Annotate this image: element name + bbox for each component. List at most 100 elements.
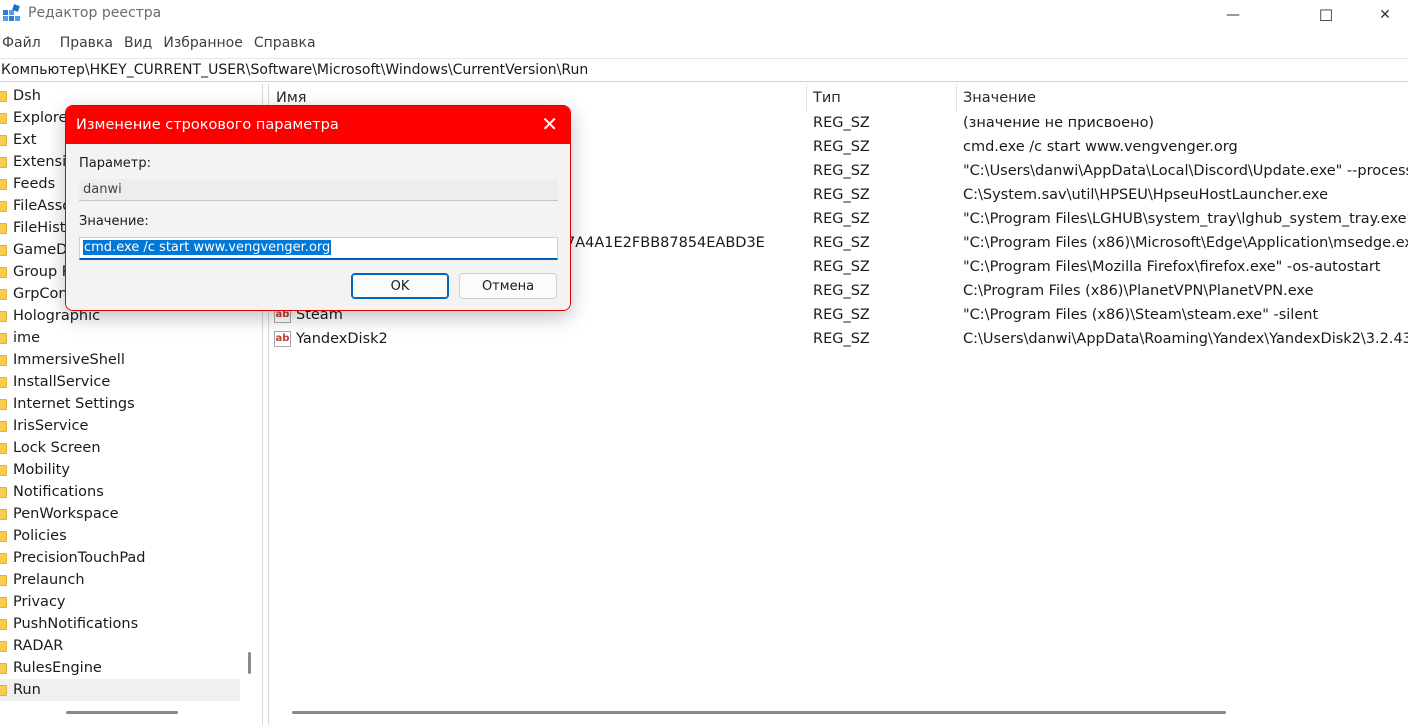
row-type: REG_SZ [813, 139, 870, 155]
ok-button[interactable]: OK [351, 273, 449, 299]
folder-icon [0, 90, 7, 102]
folder-icon [0, 376, 7, 388]
param-name-field: danwi [79, 179, 558, 201]
folder-icon [0, 640, 7, 652]
tree-item-selected[interactable]: Run [0, 679, 240, 701]
tree-item[interactable]: IrisService [0, 415, 240, 437]
row-value: "C:\Program Files (x86)\Microsoft\Edge\A… [963, 235, 1408, 251]
tree-item[interactable]: InstallService [0, 371, 240, 393]
address-bar[interactable]: Компьютер\HKEY_CURRENT_USER\Software\Mic… [0, 58, 1408, 82]
folder-icon [0, 530, 7, 542]
row-type: REG_SZ [813, 307, 870, 323]
value-data-text: cmd.exe /c start www.vengvenger.org [83, 240, 332, 255]
table-row[interactable]: ab YandexDisk2 REG_SZ C:\Users\danwi\App… [270, 328, 1408, 352]
folder-icon [0, 200, 7, 212]
folder-icon [0, 464, 7, 476]
folder-icon [0, 244, 7, 256]
menu-help[interactable]: Справка [252, 33, 325, 55]
folder-icon [0, 618, 7, 630]
row-value: "C:\Program Files (x86)\Steam\steam.exe"… [963, 307, 1319, 323]
row-type: REG_SZ [813, 259, 870, 275]
minimize-icon: — [1226, 7, 1240, 23]
maximize-icon: ☐ [1318, 5, 1334, 25]
close-button[interactable]: ✕ [1362, 0, 1408, 30]
dialog-title: Изменение строкового параметра [76, 117, 339, 133]
tree-item[interactable]: ime [0, 327, 240, 349]
row-value: "C:\Program Files\Mozilla Firefox\firefo… [963, 259, 1381, 275]
menu-view[interactable]: Вид [122, 33, 161, 55]
folder-icon [0, 288, 7, 300]
menu-favorites[interactable]: Избранное [161, 33, 252, 55]
dialog-body: Параметр: danwi Значение: cmd.exe /c sta… [66, 144, 570, 310]
registry-editor-icon [3, 4, 20, 21]
folder-icon [0, 684, 7, 696]
title-bar: Редактор реестра — ☐ ✕ [0, 0, 1408, 30]
row-value: "C:\Users\danwi\AppData\Local\Discord\Up… [963, 163, 1408, 179]
row-value: (значение не присвоено) [963, 115, 1155, 131]
tree-item[interactable]: PrecisionTouchPad [0, 547, 240, 569]
tree-item[interactable]: Internet Settings [0, 393, 240, 415]
tree-item[interactable]: ImmersiveShell [0, 349, 240, 371]
row-value: C:\System.sav\util\HPSEU\HpseuHostLaunch… [963, 187, 1328, 203]
row-value: "C:\Program Files\LGHUB\system_tray\lghu… [963, 211, 1408, 227]
tree-item[interactable]: Mobility [0, 459, 240, 481]
tree-item[interactable]: PushNotifications [0, 613, 240, 635]
tree-item[interactable]: PenWorkspace [0, 503, 240, 525]
close-icon[interactable]: ✕ [541, 114, 558, 134]
folder-icon [0, 552, 7, 564]
row-type: REG_SZ [813, 115, 870, 131]
tree-item[interactable]: Notifications [0, 481, 240, 503]
row-type: REG_SZ [813, 331, 870, 347]
menu-edit[interactable]: Правка [58, 33, 122, 55]
folder-icon [0, 420, 7, 432]
list-horizontal-scrollbar[interactable] [292, 711, 1226, 714]
tree-item[interactable]: Lock Screen [0, 437, 240, 459]
dialog-title-bar[interactable]: Изменение строкового параметра ✕ [66, 106, 570, 144]
menu-bar: Файл Правка Вид Избранное Справка [0, 33, 325, 55]
folder-icon [0, 596, 7, 608]
folder-icon [0, 156, 7, 168]
tree-item[interactable]: Prelaunch [0, 569, 240, 591]
value-data-input[interactable]: cmd.exe /c start www.vengvenger.org [79, 237, 558, 260]
maximize-button[interactable]: ☐ [1303, 0, 1349, 30]
row-name: YandexDisk2 [296, 331, 388, 347]
folder-icon [0, 486, 7, 498]
close-icon: ✕ [1379, 7, 1391, 23]
row-type: REG_SZ [813, 187, 870, 203]
tree-item[interactable]: RulesEngine [0, 657, 240, 679]
string-value-icon: ab [274, 331, 291, 347]
column-header-type[interactable]: Тип [807, 84, 841, 112]
minimize-button[interactable]: — [1210, 0, 1256, 30]
row-value: cmd.exe /c start www.vengvenger.org [963, 139, 1238, 155]
tree-item[interactable]: Policies [0, 525, 240, 547]
folder-icon [0, 222, 7, 234]
row-name: 7A4A1E2FBB87854EABD3E [566, 235, 765, 251]
row-value: C:\Users\danwi\AppData\Roaming\Yandex\Ya… [963, 331, 1408, 347]
row-type: REG_SZ [813, 283, 870, 299]
row-type: REG_SZ [813, 211, 870, 227]
folder-icon [0, 574, 7, 586]
folder-icon [0, 266, 7, 278]
tree-item[interactable]: RADAR [0, 635, 240, 657]
folder-icon [0, 508, 7, 520]
folder-icon [0, 662, 7, 674]
tree-item[interactable]: Dsh [0, 85, 240, 107]
row-type: REG_SZ [813, 235, 870, 251]
folder-icon [0, 398, 7, 410]
tree-item[interactable]: Privacy [0, 591, 240, 613]
window-title: Редактор реестра [28, 5, 162, 21]
row-type: REG_SZ [813, 163, 870, 179]
row-value: C:\Program Files (x86)\PlanetVPN\PlanetV… [963, 283, 1314, 299]
value-label: Значение: [79, 214, 149, 229]
cancel-button[interactable]: Отмена [459, 273, 557, 299]
folder-icon [0, 310, 7, 322]
address-path[interactable]: Компьютер\HKEY_CURRENT_USER\Software\Mic… [1, 62, 588, 78]
tree-vertical-scrollbar[interactable] [248, 652, 251, 674]
column-header-value[interactable]: Значение [957, 84, 1036, 112]
folder-icon [0, 442, 7, 454]
edit-string-dialog: Изменение строкового параметра ✕ Парамет… [65, 105, 571, 311]
menu-file[interactable]: Файл [0, 33, 50, 55]
folder-icon [0, 178, 7, 190]
folder-icon [0, 332, 7, 344]
tree-horizontal-scrollbar[interactable] [66, 711, 178, 714]
